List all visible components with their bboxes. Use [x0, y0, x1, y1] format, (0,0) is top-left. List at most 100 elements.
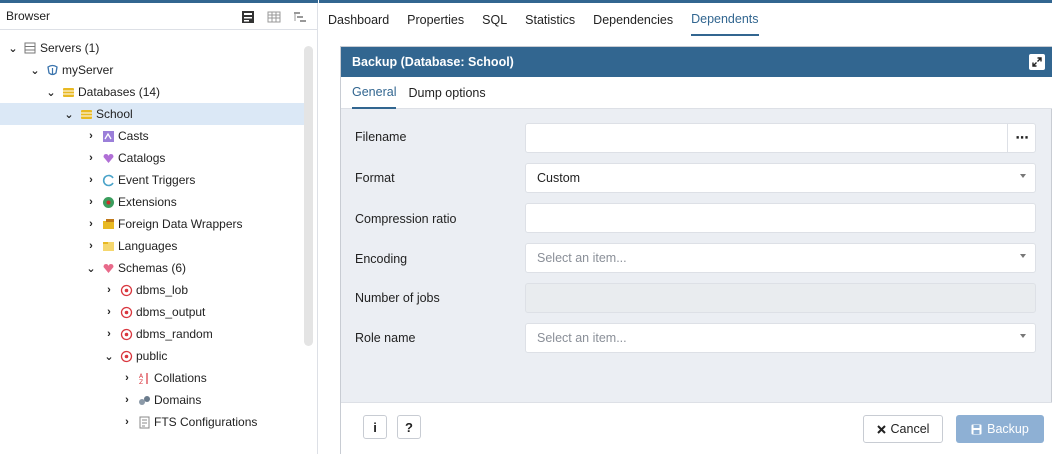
cancel-button[interactable]: Cancel: [863, 415, 943, 443]
encoding-select[interactable]: Select an item...: [525, 243, 1036, 273]
cancel-label: Cancel: [890, 422, 930, 436]
format-select[interactable]: Custom: [525, 163, 1036, 193]
casts-icon: [101, 129, 115, 143]
tab-dependencies[interactable]: Dependencies: [593, 3, 673, 36]
tree-item-collations[interactable]: › AZ Collations: [0, 367, 305, 389]
chevron-right-icon[interactable]: ›: [84, 151, 98, 165]
tree-item-label: Catalogs: [118, 151, 166, 165]
tree-item-label: Databases (14): [78, 85, 161, 99]
role-name-select[interactable]: Select an item...: [525, 323, 1036, 353]
tree-item-label: dbms_lob: [136, 283, 189, 297]
filename-label: Filename: [355, 130, 407, 144]
tree-item-databases[interactable]: ⌄ Databases (14): [0, 81, 305, 103]
svg-text:Z: Z: [139, 379, 143, 385]
format-label: Format: [355, 171, 395, 185]
view-data-icon[interactable]: [264, 8, 284, 26]
chevron-right-icon[interactable]: ›: [102, 283, 116, 297]
compression-ratio-label: Compression ratio: [355, 212, 457, 226]
number-of-jobs-input[interactable]: [525, 283, 1036, 313]
tree-item-label: public: [136, 349, 168, 363]
encoding-label: Encoding: [355, 252, 408, 266]
tree-item-label: Casts: [118, 129, 149, 143]
tab-dump-options[interactable]: Dump options: [408, 77, 485, 109]
chevron-down-icon[interactable]: ⌄: [6, 41, 20, 55]
dialog-tab-bar: General Dump options: [341, 77, 1052, 109]
chevron-right-icon[interactable]: ›: [120, 371, 134, 385]
tree-item-label: myServer: [62, 63, 114, 77]
tree-item-label: dbms_output: [136, 305, 206, 319]
dialog-title: Backup (Database: School): [352, 55, 514, 69]
tree-item-schemas[interactable]: ⌄ Schemas (6): [0, 257, 305, 279]
tab-dashboard[interactable]: Dashboard: [328, 3, 389, 36]
tree-item-extensions[interactable]: › Extensions: [0, 191, 305, 213]
tree-item-servers[interactable]: ⌄ Servers (1): [0, 37, 305, 59]
chevron-right-icon[interactable]: ›: [84, 173, 98, 187]
event-trigger-icon: [101, 173, 115, 187]
tree-item-public[interactable]: ⌄ public: [0, 345, 305, 367]
save-icon: [971, 424, 982, 435]
chevron-down-icon[interactable]: ⌄: [62, 107, 76, 121]
tree-item-dbms-random[interactable]: › dbms_random: [0, 323, 305, 345]
chevron-right-icon[interactable]: ›: [84, 217, 98, 231]
chevron-right-icon[interactable]: ›: [120, 393, 134, 407]
tree-item-label: FTS Configurations: [154, 415, 258, 429]
tree-item-label: Collations: [154, 371, 207, 385]
tree-item-casts[interactable]: › Casts: [0, 125, 305, 147]
tree-item-label: Event Triggers: [118, 173, 196, 187]
role-name-label: Role name: [355, 331, 416, 345]
tree-item-catalogs[interactable]: › Catalogs: [0, 147, 305, 169]
tree-item-fts-configurations[interactable]: › FTS Configurations: [0, 411, 305, 433]
tree-item-foreign-data-wrappers[interactable]: › Foreign Data Wrappers: [0, 213, 305, 235]
tree-scrollbar[interactable]: [304, 46, 313, 346]
tree-item-dbms-lob[interactable]: › dbms_lob: [0, 279, 305, 301]
tree-item-label: Foreign Data Wrappers: [118, 217, 243, 231]
fts-configuration-icon: [137, 415, 151, 429]
tab-general[interactable]: General: [352, 77, 397, 109]
tree-item-school[interactable]: ⌄ School: [0, 103, 305, 125]
chevron-right-icon[interactable]: ›: [102, 305, 116, 319]
query-tool-icon[interactable]: [238, 8, 258, 26]
chevron-down-icon[interactable]: ⌄: [102, 349, 116, 363]
extensions-icon: [101, 195, 115, 209]
tree-item-label: School: [96, 107, 133, 121]
help-icon: ?: [405, 419, 413, 435]
chevron-down-icon[interactable]: ⌄: [28, 63, 42, 77]
chevron-right-icon[interactable]: ›: [102, 327, 116, 341]
dialog-titlebar[interactable]: Backup (Database: School): [341, 47, 1052, 77]
compression-ratio-input[interactable]: [525, 203, 1036, 233]
chevron-down-icon[interactable]: ⌄: [84, 261, 98, 275]
server-elephant-icon: [45, 63, 59, 77]
filename-field[interactable]: ⋯: [525, 123, 1036, 153]
close-icon: [876, 424, 886, 434]
chevron-right-icon[interactable]: ›: [84, 129, 98, 143]
servers-icon: [23, 41, 37, 55]
tree-item-label: Extensions: [118, 195, 177, 209]
number-of-jobs-label: Number of jobs: [355, 291, 440, 305]
tree-item-languages[interactable]: › Languages: [0, 235, 305, 257]
dropdown-caret-icon: [1020, 334, 1026, 338]
collations-icon: AZ: [137, 371, 151, 385]
chevron-right-icon[interactable]: ›: [84, 195, 98, 209]
tab-properties[interactable]: Properties: [407, 3, 464, 36]
tree-item-domains[interactable]: › Domains: [0, 389, 305, 411]
browse-file-button[interactable]: ⋯: [1007, 124, 1035, 152]
tree-item-event-triggers[interactable]: › Event Triggers: [0, 169, 305, 191]
info-icon: i: [373, 419, 377, 435]
maximize-icon[interactable]: [1029, 54, 1045, 70]
browser-title: Browser: [6, 9, 51, 23]
chevron-down-icon[interactable]: ⌄: [44, 85, 58, 99]
help-button[interactable]: ?: [397, 415, 421, 439]
chevron-right-icon[interactable]: ›: [120, 415, 134, 429]
foreign-data-wrapper-icon: [101, 217, 115, 231]
object-tree: ⌄ Servers (1) ⌄ myServer ⌄ Databases (14…: [0, 34, 318, 454]
backup-button[interactable]: Backup: [956, 415, 1044, 443]
tab-dependents[interactable]: Dependents: [691, 3, 759, 36]
chevron-right-icon[interactable]: ›: [84, 239, 98, 253]
tree-item-dbms-output[interactable]: › dbms_output: [0, 301, 305, 323]
info-button[interactable]: i: [363, 415, 387, 439]
tab-sql[interactable]: SQL: [482, 3, 507, 36]
tree-item-myserver[interactable]: ⌄ myServer: [0, 59, 305, 81]
role-name-placeholder: Select an item...: [537, 331, 627, 345]
tab-statistics[interactable]: Statistics: [525, 3, 575, 36]
filter-icon[interactable]: [290, 8, 310, 26]
